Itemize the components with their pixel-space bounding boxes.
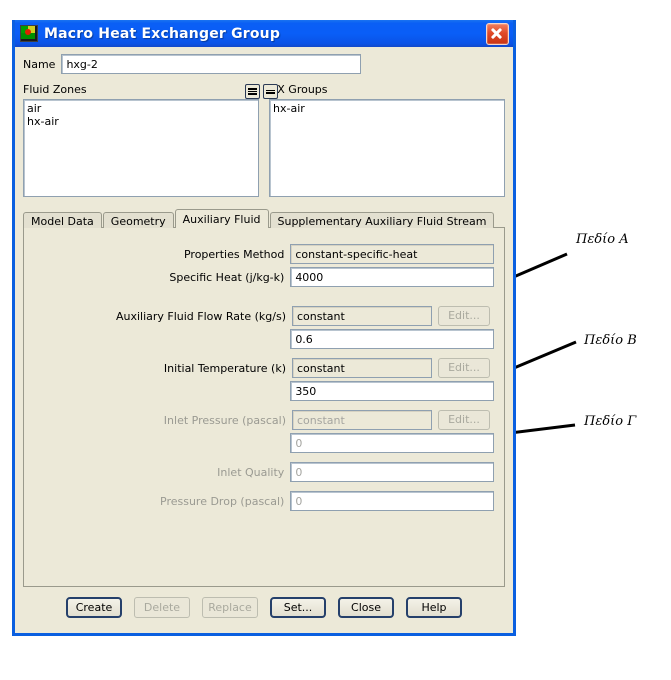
- set-button[interactable]: Set...: [270, 597, 326, 618]
- pressure-drop-row: Pressure Drop (pascal) 0: [34, 491, 494, 511]
- list-item[interactable]: hx-air: [27, 115, 255, 128]
- flow-rate-label: Auxiliary Fluid Flow Rate (kg/s): [115, 309, 286, 323]
- pressure-drop-label: Pressure Drop (pascal): [160, 494, 285, 508]
- inlet-pressure-value-row: 0: [34, 433, 494, 453]
- list-lines-icon[interactable]: [245, 84, 260, 99]
- app-icon: [20, 25, 38, 42]
- initial-temperature-value-row: 350: [34, 381, 494, 401]
- hx-groups-label: HX Groups: [269, 83, 328, 96]
- macro-heat-exchanger-group-dialog: Macro Heat Exchanger Group Name hxg-2 Fl…: [12, 20, 516, 636]
- annotation-label-c: Πεδίο Γ: [584, 414, 637, 429]
- inlet-quality-row: Inlet Quality 0: [34, 462, 494, 482]
- zones-and-groups-row: Fluid Zones air hx-air HX Groups hx-air: [23, 83, 505, 197]
- dialog-button-bar: Create Delete Replace Set... Close Help: [23, 597, 505, 618]
- fluid-zones-column: Fluid Zones air hx-air: [23, 83, 259, 197]
- flow-rate-edit-button[interactable]: Edit...: [438, 306, 490, 326]
- specific-heat-row: Specific Heat (j/kg-k) 4000: [34, 267, 494, 287]
- help-button[interactable]: Help: [406, 597, 462, 618]
- annotation-label-b: Πεδίο Β: [584, 333, 637, 348]
- initial-temperature-label: Initial Temperature (k): [163, 361, 286, 375]
- properties-method-select[interactable]: constant-specific-heat: [290, 244, 494, 264]
- hx-groups-column: HX Groups hx-air: [269, 83, 505, 197]
- initial-temperature-method-select[interactable]: constant: [292, 358, 432, 378]
- inlet-pressure-method-row: Inlet Pressure (pascal) constant Edit...: [34, 410, 494, 430]
- tab-model-data[interactable]: Model Data: [23, 212, 102, 228]
- window-title: Macro Heat Exchanger Group: [44, 25, 281, 42]
- specific-heat-input[interactable]: 4000: [290, 267, 494, 287]
- create-button[interactable]: Create: [66, 597, 122, 618]
- specific-heat-label: Specific Heat (j/kg-k): [169, 270, 285, 284]
- tab-bar: Model Data Geometry Auxiliary Fluid Supp…: [23, 209, 505, 228]
- inlet-quality-input: 0: [290, 462, 494, 482]
- list-icon-buttons: [245, 84, 278, 99]
- pressure-drop-input: 0: [290, 491, 494, 511]
- annotation-label-a: Πεδίο Α: [576, 232, 629, 247]
- inlet-pressure-label: Inlet Pressure (pascal): [163, 413, 286, 427]
- flow-rate-method-select[interactable]: constant: [292, 306, 432, 326]
- tab-supplementary-auxiliary-fluid-stream[interactable]: Supplementary Auxiliary Fluid Stream: [269, 212, 495, 228]
- flow-rate-input[interactable]: 0.6: [290, 329, 494, 349]
- initial-temperature-method-row: Initial Temperature (k) constant Edit...: [34, 358, 494, 378]
- close-icon[interactable]: [486, 23, 509, 45]
- tab-geometry[interactable]: Geometry: [102, 212, 174, 228]
- delete-button: Delete: [134, 597, 190, 618]
- initial-temperature-edit-button[interactable]: Edit...: [438, 358, 490, 378]
- flow-rate-method-row: Auxiliary Fluid Flow Rate (kg/s) constan…: [34, 306, 494, 326]
- title-bar: Macro Heat Exchanger Group: [15, 20, 513, 47]
- auxiliary-fluid-panel: Properties Method constant-specific-heat…: [23, 227, 505, 587]
- properties-method-row: Properties Method constant-specific-heat: [34, 244, 494, 264]
- name-input[interactable]: hxg-2: [61, 54, 362, 74]
- name-row: Name hxg-2: [23, 54, 505, 74]
- initial-temperature-input[interactable]: 350: [290, 381, 494, 401]
- list-item[interactable]: air: [27, 102, 255, 115]
- inlet-quality-label: Inlet Quality: [217, 465, 285, 479]
- list-equals-icon[interactable]: [263, 84, 278, 99]
- replace-button: Replace: [202, 597, 258, 618]
- close-button-bottom[interactable]: Close: [338, 597, 394, 618]
- list-item[interactable]: hx-air: [273, 102, 501, 115]
- flow-rate-value-row: 0.6: [34, 329, 494, 349]
- name-label: Name: [23, 57, 56, 71]
- tab-auxiliary-fluid[interactable]: Auxiliary Fluid: [174, 209, 269, 228]
- inlet-pressure-input: 0: [290, 433, 494, 453]
- inlet-pressure-method-select: constant: [292, 410, 432, 430]
- dialog-body: Name hxg-2 Fluid Zones air hx-air HX Gro…: [15, 47, 513, 633]
- fluid-zones-listbox[interactable]: air hx-air: [23, 99, 259, 197]
- hx-groups-listbox[interactable]: hx-air: [269, 99, 505, 197]
- properties-method-label: Properties Method: [183, 247, 285, 261]
- fluid-zones-label: Fluid Zones: [23, 83, 87, 96]
- inlet-pressure-edit-button: Edit...: [438, 410, 490, 430]
